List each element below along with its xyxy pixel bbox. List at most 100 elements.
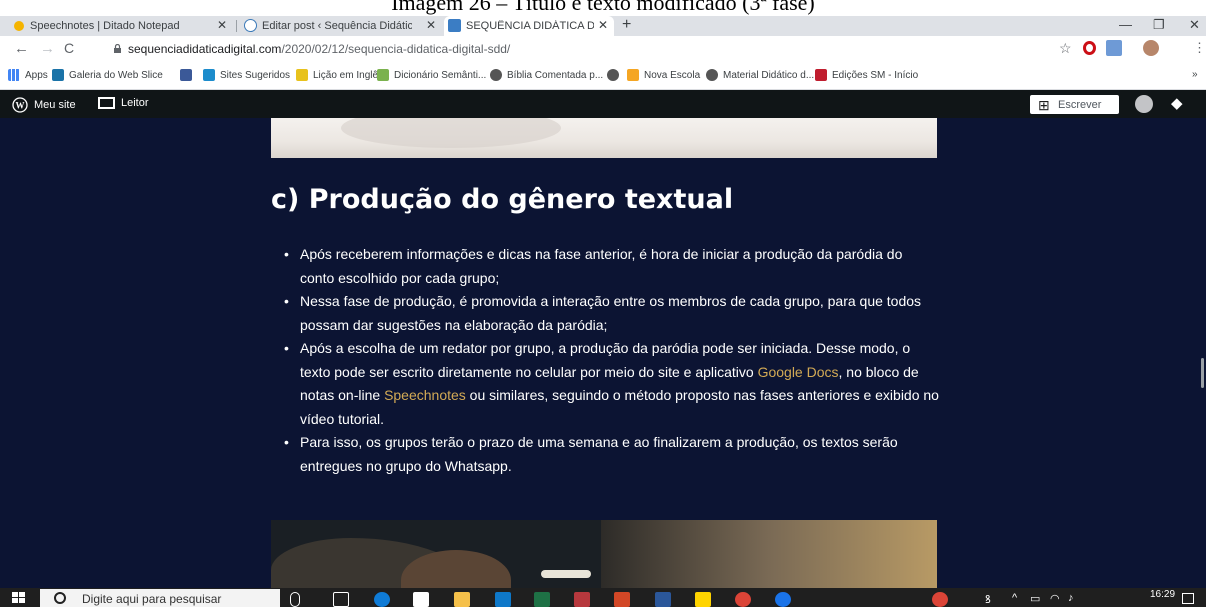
bookmark-item[interactable]: Material Didático d... <box>706 69 814 81</box>
bookmarks-bar: Apps Galeria do Web Slice Sites Sugerido… <box>0 62 1206 90</box>
extension-icon[interactable] <box>1106 40 1122 56</box>
page-content: c) Produção do gênero textual Após receb… <box>0 118 1206 588</box>
english-lesson-icon <box>296 69 308 81</box>
user-avatar-icon[interactable] <box>1135 95 1153 113</box>
browser-tab-bar: Speechnotes | Ditado Notepad ✕ Editar po… <box>0 16 1206 36</box>
task-view-icon[interactable] <box>333 592 349 607</box>
url-field[interactable]: sequenciadidaticadigital.com/2020/02/12/… <box>128 42 510 56</box>
globe-icon <box>607 69 619 81</box>
nova-escola-icon <box>627 69 639 81</box>
close-icon[interactable]: ✕ <box>217 18 227 32</box>
bookmark-apps[interactable]: Apps <box>8 69 48 81</box>
scrollbar[interactable] <box>1201 358 1204 388</box>
app-icon[interactable] <box>775 592 791 607</box>
minimize-icon[interactable]: — <box>1119 17 1132 32</box>
reload-icon[interactable]: C <box>64 40 74 56</box>
search-placeholder: Digite aqui para pesquisar <box>82 592 222 606</box>
network-icon[interactable]: ▭ <box>1030 592 1040 605</box>
list-item: Após a escolha de um redator por grupo, … <box>280 337 940 431</box>
microphone-icon[interactable] <box>290 592 300 607</box>
chevron-up-icon[interactable]: ^ <box>1012 592 1017 604</box>
speechnotes-icon <box>14 21 24 31</box>
opera-extension-icon[interactable] <box>1083 41 1096 55</box>
more-bookmarks-icon[interactable]: » <box>1192 69 1198 80</box>
bookmark-item[interactable]: Nova Escola <box>627 69 700 81</box>
web-slice-icon <box>52 69 64 81</box>
url-path: /2020/02/12/sequencia-didatica-digital-s… <box>281 42 511 56</box>
powerpoint-icon[interactable] <box>614 592 630 607</box>
excel-icon[interactable] <box>534 592 550 607</box>
forward-icon[interactable]: → <box>40 40 55 57</box>
access-icon[interactable] <box>574 592 590 607</box>
bookmark-facebook[interactable] <box>180 69 197 81</box>
bookmark-item[interactable]: Bíblia Comentada p... <box>490 69 603 81</box>
search-icon <box>54 592 66 604</box>
chrome-icon[interactable] <box>932 592 948 607</box>
tab-title: SEQUÊNCIA DIDÁTICA DIGITAL – <box>466 20 594 32</box>
url-domain: sequenciadidaticadigital.com <box>128 42 282 56</box>
word-icon[interactable] <box>655 592 671 607</box>
restore-icon[interactable]: ❐ <box>1153 17 1165 33</box>
site-favicon-icon <box>448 19 461 32</box>
notifications-icon[interactable]: ◆ <box>1171 94 1183 112</box>
wordpress-icon: W <box>12 97 28 113</box>
list-item: Para isso, os grupos terão o prazo de um… <box>280 431 940 478</box>
new-post-icon: ⊞ <box>1038 97 1050 113</box>
store-icon[interactable] <box>413 592 429 607</box>
document-caption: Imagem 26 – Título e texto modificado (3… <box>0 0 1206 16</box>
wordpress-admin-bar: W Meu site Leitor ⊞ Escrever ◆ <box>0 90 1206 118</box>
globe-icon <box>490 69 502 81</box>
reader-link[interactable]: Leitor <box>98 97 149 109</box>
tab-title: Editar post ‹ Sequência Didática <box>262 20 412 32</box>
file-explorer-icon[interactable] <box>454 592 470 607</box>
write-button[interactable]: ⊞ Escrever <box>1030 95 1119 114</box>
my-site-link[interactable]: W Meu site <box>12 97 76 113</box>
tab-speechnotes[interactable]: Speechnotes | Ditado Notepad ✕ <box>8 16 233 36</box>
apps-grid-icon <box>8 69 20 81</box>
taskbar-search[interactable]: Digite aqui para pesquisar <box>40 589 280 607</box>
close-window-icon[interactable]: ✕ <box>1189 17 1200 33</box>
svg-text:W: W <box>16 101 25 111</box>
speechnotes-link[interactable]: Speechnotes <box>384 387 466 403</box>
app-icon[interactable] <box>695 592 711 607</box>
bookmark-item[interactable]: Galeria do Web Slice <box>52 69 163 81</box>
people-icon[interactable]: ꝸ <box>985 592 991 607</box>
list-item: Nessa fase de produção, é promovida a in… <box>280 290 940 337</box>
close-icon[interactable]: ✕ <box>426 18 436 32</box>
bookmark-item[interactable] <box>607 69 624 81</box>
profile-avatar-icon[interactable] <box>1143 40 1159 56</box>
edge-icon[interactable] <box>374 592 390 607</box>
bookmark-star-icon[interactable]: ☆ <box>1059 40 1072 57</box>
tab-sequencia-didatica[interactable]: SEQUÊNCIA DIDÁTICA DIGITAL – ✕ <box>444 16 614 36</box>
google-docs-link[interactable]: Google Docs <box>758 364 839 380</box>
dictionary-icon <box>377 69 389 81</box>
windows-start-icon[interactable] <box>12 592 26 604</box>
notification-center-icon[interactable] <box>1182 593 1194 604</box>
globe-icon <box>706 69 718 81</box>
wordpress-icon <box>244 19 257 32</box>
lock-icon <box>114 44 121 53</box>
menu-dots-icon[interactable]: ⋮ <box>1193 40 1206 56</box>
list-item: Após receberem informações e dicas na fa… <box>280 243 940 290</box>
close-icon[interactable]: ✕ <box>598 18 608 32</box>
bookmark-item[interactable]: Dicionário Semânti... <box>377 69 486 81</box>
bookmark-item[interactable]: Lição em Inglês <box>296 69 383 81</box>
bullet-list: Após receberem informações e dicas na fa… <box>280 243 940 478</box>
tab-title: Speechnotes | Ditado Notepad <box>30 20 180 32</box>
tab-editar-post[interactable]: Editar post ‹ Sequência Didática ✕ <box>240 16 442 36</box>
article-image-bottom <box>271 520 937 588</box>
caption-text: Imagem 26 – Título e texto modificado (3… <box>391 0 815 15</box>
facebook-icon <box>180 69 192 81</box>
mail-icon[interactable] <box>495 592 511 607</box>
chrome-icon[interactable] <box>735 592 751 607</box>
clock[interactable]: 16:29 <box>1150 589 1175 600</box>
bookmark-item[interactable]: Edições SM - Início <box>815 69 918 81</box>
wifi-icon[interactable]: ◠ <box>1050 592 1060 605</box>
new-tab-icon[interactable]: + <box>622 16 631 34</box>
bookmark-item[interactable]: Sites Sugeridos <box>203 69 290 81</box>
address-bar: ← → C sequenciadidaticadigital.com/2020/… <box>0 36 1206 62</box>
volume-icon[interactable]: ♪ <box>1068 592 1074 604</box>
back-icon[interactable]: ← <box>14 40 29 57</box>
reader-icon <box>98 97 115 109</box>
bing-icon <box>203 69 215 81</box>
